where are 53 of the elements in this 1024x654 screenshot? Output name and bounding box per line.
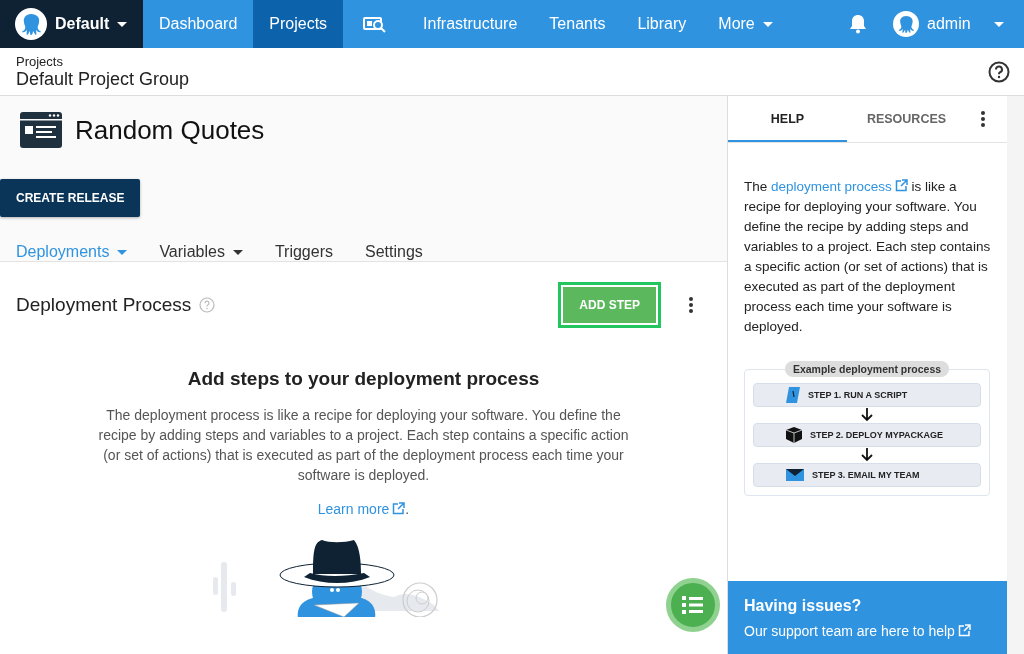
envelope-icon xyxy=(786,469,804,481)
project-title: Random Quotes xyxy=(75,114,265,146)
section-title: Deployment Process xyxy=(16,294,192,316)
nav-link[interactable]: Projects xyxy=(253,0,344,48)
scroll-icon xyxy=(786,387,800,403)
create-release-button[interactable]: CREATE RELEASE xyxy=(0,179,141,217)
overflow-menu-icon[interactable] xyxy=(981,111,985,127)
space-switcher[interactable]: Default xyxy=(0,0,143,48)
caret-icon xyxy=(117,21,128,27)
help-text: The deployment process is like a recipe for deploying your software. You define the recipe by adding steps and variables to a project. Each step contains a specific action (or set of actions) that is executed as part of the deployment process each time your software is deployed. xyxy=(744,178,991,336)
caret-icon xyxy=(232,250,243,255)
diagram-step: STEP 3. EMAIL MY TEAM xyxy=(753,463,981,487)
external-link-icon xyxy=(894,179,908,192)
empty-state-heading: Add steps to your deployment process xyxy=(187,368,540,390)
project-logo-icon xyxy=(20,112,62,148)
numbered-list-icon xyxy=(681,593,705,617)
caret-icon xyxy=(762,21,773,27)
nav-link[interactable]: More xyxy=(702,0,789,48)
nav-link[interactable]: Tenants xyxy=(533,0,622,48)
sidebar-tab[interactable]: HELP xyxy=(728,96,847,142)
learn-more-link[interactable]: Learn more xyxy=(317,501,406,517)
overflow-menu-icon[interactable] xyxy=(689,297,693,313)
project-tab[interactable]: Triggers xyxy=(274,243,333,261)
down-arrow-icon xyxy=(861,448,873,462)
project-tab[interactable]: Settings xyxy=(365,243,423,261)
project-tab[interactable]: Deployments xyxy=(16,243,128,261)
deployment-process-link[interactable]: deployment process xyxy=(771,179,908,194)
task-search-icon xyxy=(363,15,388,33)
help-icon[interactable] xyxy=(988,60,1010,83)
empty-state-text: The deployment process is like a recipe for deploying your software. You define the recipe by adding steps and variables to a project. Each step contains a specific action (or set of actions) that is executed as part of the deployment process each time your software is deployed. xyxy=(97,406,630,485)
diagram-title: Example deployment process xyxy=(784,361,950,377)
project-tab[interactable]: Variables xyxy=(159,243,243,261)
sidebar-tab[interactable]: RESOURCES xyxy=(847,96,966,142)
caret-icon xyxy=(117,250,128,255)
diagram-step: STEP 1. RUN A SCRIPT xyxy=(753,383,981,407)
notification-bell-icon[interactable] xyxy=(849,14,867,34)
nav-link[interactable]: Dashboard xyxy=(143,0,254,48)
box-icon xyxy=(786,427,802,443)
external-link-icon xyxy=(392,502,406,515)
page-title: Default Project Group xyxy=(16,68,191,90)
user-menu[interactable]: admin xyxy=(893,0,1024,48)
nav-link[interactable]: Library xyxy=(621,0,703,48)
period-text: . xyxy=(405,501,410,517)
diagram-step: STEP 2. DEPLOY MYPACKAGE xyxy=(753,423,981,447)
down-arrow-icon xyxy=(861,408,873,422)
external-link-icon xyxy=(957,624,971,637)
add-step-button[interactable]: ADD STEP xyxy=(563,287,656,323)
nav-link[interactable]: Infrastructure xyxy=(407,0,534,48)
support-link[interactable]: Our support team are here to help xyxy=(744,623,991,639)
octopus-logo-icon xyxy=(15,8,47,40)
avatar-icon xyxy=(893,11,919,37)
breadcrumb-link[interactable]: Projects xyxy=(16,53,988,69)
support-heading: Having issues? xyxy=(744,597,863,615)
